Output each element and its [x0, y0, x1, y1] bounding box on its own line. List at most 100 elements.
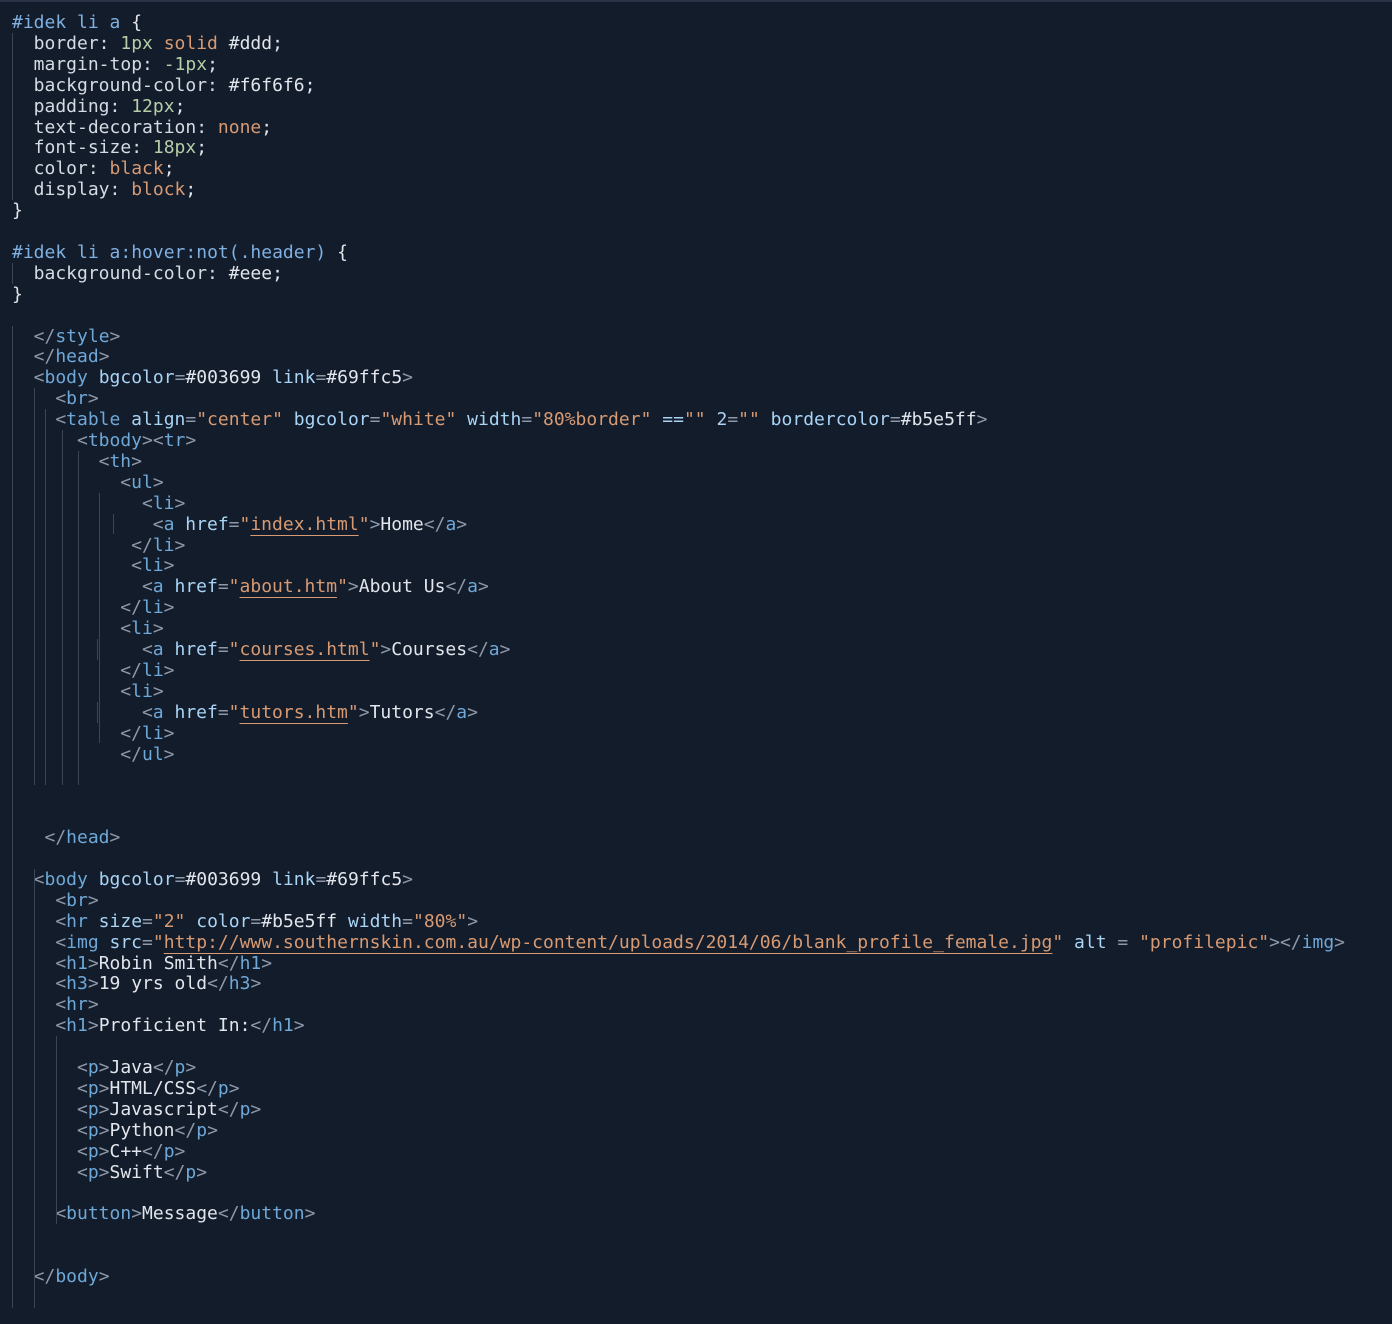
code-token: li [141, 722, 164, 744]
code-line[interactable]: <img src="http://www.southernskin.com.au… [55, 932, 1345, 953]
code-token: ul [131, 471, 153, 493]
code-line[interactable]: } [12, 200, 23, 221]
code-token: </ [174, 1119, 197, 1141]
code-line[interactable]: background-color: #eee; [34, 263, 283, 284]
code-line[interactable]: display: block; [34, 179, 197, 200]
code-line[interactable]: padding: 12px; [34, 96, 186, 117]
code-token: > [163, 722, 175, 744]
code-line[interactable]: <li> [120, 618, 163, 639]
code-token: > [98, 1140, 110, 1162]
code-line[interactable]: <li> [131, 555, 174, 576]
code-line[interactable]: <a href="courses.html">Courses</a> [142, 639, 511, 660]
code-line[interactable]: <hr size="2" color=#b5e5ff width="80%"> [55, 911, 478, 932]
code-line[interactable]: <body bgcolor=#003699 link=#69ffc5> [34, 869, 413, 890]
code-token: </ [120, 597, 142, 619]
code-token: margin-top: [33, 53, 164, 75]
code-line[interactable]: text-decoration: none; [34, 117, 272, 138]
code-token: background-color: [33, 74, 229, 96]
code-token: bgcolor [87, 868, 175, 890]
code-token: alt [1063, 931, 1107, 953]
code-line[interactable]: <br> [55, 890, 98, 911]
code-token: a [456, 701, 468, 723]
code-token: style [55, 325, 110, 347]
code-token: "center" [196, 409, 283, 431]
code-line[interactable]: <body bgcolor=#003699 link=#69ffc5> [34, 367, 413, 388]
code-line[interactable]: <h1>Proficient In:</h1> [55, 1015, 304, 1036]
code-line[interactable]: color: black; [34, 158, 175, 179]
code-line[interactable]: background-color: #f6f6f6; [34, 75, 316, 96]
code-line[interactable]: </li> [120, 660, 174, 681]
code-line[interactable]: </head> [44, 827, 120, 848]
code-line[interactable]: <p>HTML/CSS</p> [77, 1078, 240, 1099]
code-line[interactable]: <th> [99, 451, 142, 472]
code-token: > [98, 1266, 110, 1287]
code-line[interactable]: } [12, 284, 23, 305]
code-token: p [239, 1098, 251, 1120]
code-line[interactable]: #idek li a:hover:not(.header) { [12, 242, 348, 263]
code-token: href [163, 701, 218, 723]
code-line[interactable]: <table align="center" bgcolor="white" wi… [55, 409, 987, 430]
code-token: ; [196, 137, 208, 159]
code-line[interactable]: margin-top: -1px; [34, 54, 218, 75]
code-token: #69ffc5 [326, 367, 403, 389]
code-token: none [217, 116, 262, 138]
code-line[interactable]: font-size: 18px; [34, 137, 207, 158]
code-line[interactable]: <li> [120, 681, 163, 702]
code-token: Proficient In: [98, 1015, 251, 1037]
code-token: #eee; [228, 262, 283, 284]
code-token: </ [217, 952, 240, 974]
code-line[interactable]: border: 1px solid #ddd; [34, 33, 283, 54]
code-token: > [402, 367, 413, 389]
code-token: ; [174, 95, 186, 117]
code-token: = [174, 367, 186, 389]
code-token: > [163, 555, 175, 577]
code-token: > [87, 1015, 99, 1037]
code-token: > [163, 597, 175, 619]
code-line[interactable]: </li> [120, 597, 174, 618]
code-token: > [369, 513, 381, 535]
code-token: h3 [66, 973, 88, 995]
code-token: = [402, 910, 413, 932]
code-line[interactable]: <h3>19 yrs old</h3> [55, 973, 261, 994]
code-token: img [66, 931, 99, 953]
code-token: < [55, 931, 67, 953]
code-token: 18px [152, 137, 197, 159]
code-editor[interactable]: #idek li a {border: 1px solid #ddd; margi… [0, 0, 1392, 1324]
code-line[interactable]: <tbody><tr> [77, 430, 196, 451]
code-line[interactable]: <p>Swift</p> [77, 1162, 207, 1183]
code-line[interactable]: <h1>Robin Smith</h1> [55, 953, 272, 974]
code-line[interactable]: <p>Java</p> [77, 1057, 196, 1078]
code-token: < [120, 618, 132, 640]
code-line[interactable]: <p>Javascript</p> [77, 1099, 261, 1120]
code-token: > [98, 346, 110, 368]
code-line[interactable]: </style> [34, 326, 121, 347]
code-line[interactable]: </li> [131, 535, 185, 556]
code-line[interactable]: <a href="about.htm">About Us</a> [142, 576, 489, 597]
code-line[interactable]: <ul> [120, 472, 163, 493]
code-line[interactable]: #idek li a { [12, 12, 142, 33]
code-line[interactable]: </ul> [120, 744, 174, 765]
code-token: #b5e5ff [900, 409, 977, 431]
code-line[interactable]: <p>C++</p> [77, 1141, 185, 1162]
code-line[interactable]: <a href="tutors.htm">Tutors</a> [142, 702, 478, 723]
code-line[interactable]: <p>Python</p> [77, 1120, 218, 1141]
code-line[interactable]: </body> [34, 1266, 110, 1287]
code-token: HTML/CSS [109, 1077, 197, 1099]
code-token: Tutors [369, 701, 435, 723]
code-line[interactable]: <li> [142, 493, 185, 514]
code-line[interactable]: <button>Message</button> [55, 1203, 315, 1224]
code-line[interactable]: </head> [34, 346, 110, 367]
code-token: > [163, 659, 175, 681]
code-line[interactable]: <br> [55, 388, 98, 409]
code-token: "" [738, 409, 760, 431]
code-token: table [66, 409, 121, 431]
code-token: "profilepic" [1139, 931, 1270, 953]
code-token: Python [109, 1119, 175, 1141]
code-token: a [488, 639, 500, 660]
code-token: #003699 [185, 367, 262, 389]
code-token: body [44, 367, 88, 389]
code-line[interactable]: </li> [120, 723, 174, 744]
code-line[interactable]: <hr> [55, 994, 98, 1015]
indent-guide [62, 430, 63, 786]
code-line[interactable]: <a href="index.html">Home</a> [153, 514, 467, 535]
